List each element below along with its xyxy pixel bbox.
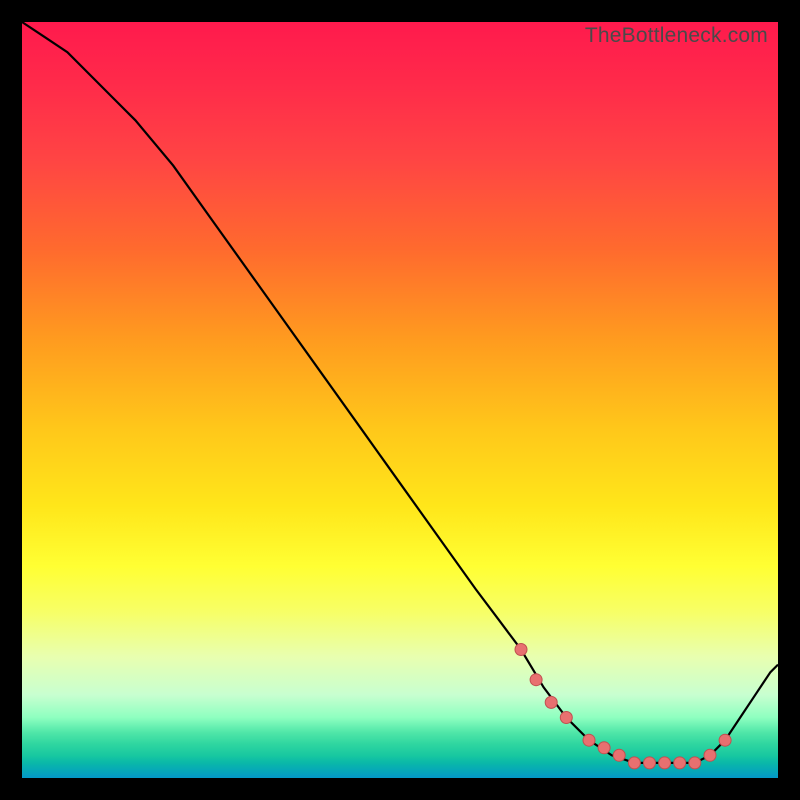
bottleneck-curve (22, 22, 778, 763)
curve-layer (22, 22, 778, 778)
curve-marker (674, 757, 686, 769)
curve-marker (613, 749, 625, 761)
curve-marker (628, 757, 640, 769)
curve-marker (598, 742, 610, 754)
curve-marker (659, 757, 671, 769)
curve-marker (644, 757, 656, 769)
curve-marker (583, 734, 595, 746)
curve-marker (719, 734, 731, 746)
curve-marker (560, 712, 572, 724)
curve-marker (545, 696, 557, 708)
curve-marker (689, 757, 701, 769)
curve-marker (515, 644, 527, 656)
marker-group (515, 644, 731, 769)
curve-marker (530, 674, 542, 686)
chart-frame: TheBottleneck.com (22, 22, 778, 778)
curve-marker (704, 749, 716, 761)
